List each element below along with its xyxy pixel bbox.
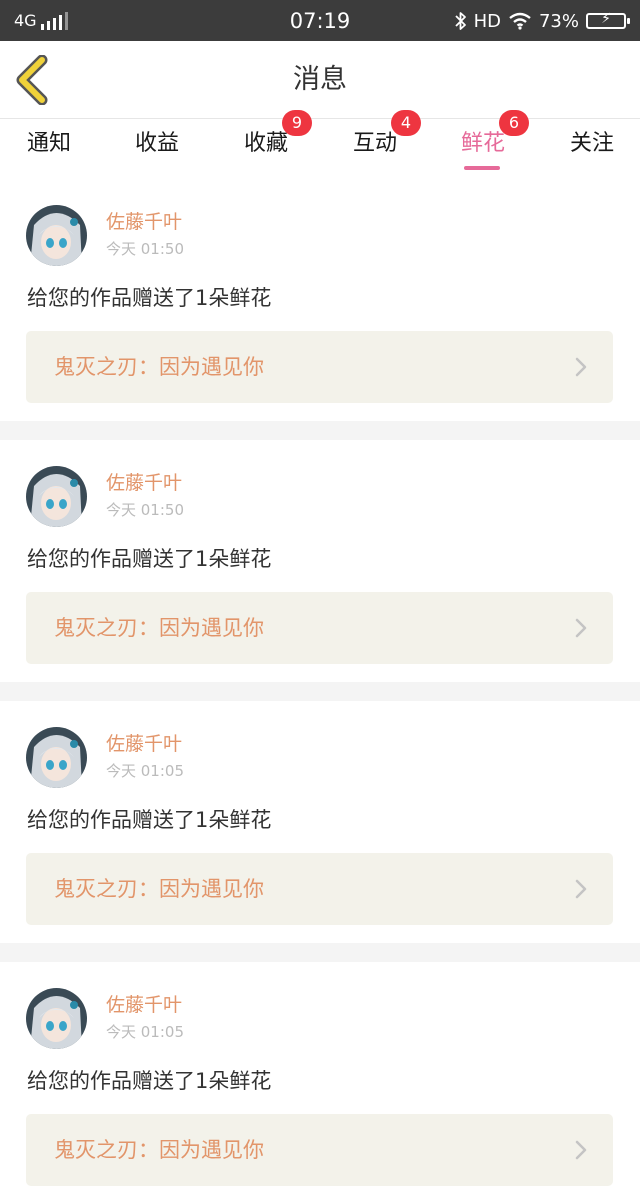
avatar[interactable] [26, 466, 87, 527]
status-bar: 4G 07:19 HD 73% ⚡ [0, 0, 640, 41]
top-nav-bar: 消息 [0, 41, 640, 119]
message-text: 给您的作品赠送了1朵鲜花 [27, 547, 272, 571]
chevron-right-icon [575, 879, 587, 899]
avatar[interactable] [26, 205, 87, 266]
tab-interactions[interactable]: 互动 4 [320, 110, 430, 179]
battery-icon: ⚡ [586, 11, 630, 29]
tab-flowers[interactable]: 鲜花 6 [428, 110, 538, 179]
tab-label: 通知 [26, 131, 71, 156]
message-card: 佐藤千叶 今天 01:05 给您的作品赠送了1朵鲜花 鬼灭之刃：因为遇见你 [0, 962, 640, 1204]
message-time: 今天 01:05 [106, 1023, 184, 1041]
wifi-icon [509, 12, 531, 30]
unread-badge: 6 [499, 110, 529, 136]
avatar[interactable] [26, 727, 87, 788]
unread-badge: 9 [282, 110, 312, 136]
message-time: 今天 01:50 [106, 240, 184, 258]
sender-name[interactable]: 佐藤千叶 [106, 209, 182, 235]
work-link[interactable]: 鬼灭之刃：因为遇见你 [26, 592, 613, 664]
message-card: 佐藤千叶 今天 01:50 给您的作品赠送了1朵鲜花 鬼灭之刃：因为遇见你 [0, 179, 640, 421]
tab-notifications[interactable]: 通知 [0, 119, 104, 179]
message-text: 给您的作品赠送了1朵鲜花 [27, 1069, 272, 1093]
chevron-right-icon [575, 1140, 587, 1160]
sender-name[interactable]: 佐藤千叶 [106, 470, 182, 496]
tab-label: 关注 [569, 131, 614, 156]
message-text: 给您的作品赠送了1朵鲜花 [27, 286, 272, 310]
page-title: 消息 [293, 64, 347, 95]
tab-earnings[interactable]: 收益 [102, 119, 212, 179]
hd-label: HD [473, 10, 501, 32]
message-card: 佐藤千叶 今天 01:50 给您的作品赠送了1朵鲜花 鬼灭之刃：因为遇见你 [0, 440, 640, 682]
message-text: 给您的作品赠送了1朵鲜花 [27, 808, 272, 832]
status-icons: HD 73% ⚡ [454, 8, 630, 34]
work-title: 鬼灭之刃：因为遇见你 [54, 355, 264, 379]
chevron-right-icon [575, 357, 587, 377]
work-link[interactable]: 鬼灭之刃：因为遇见你 [26, 331, 613, 403]
tab-favorites[interactable]: 收藏 9 [211, 110, 321, 179]
message-list: 佐藤千叶 今天 01:50 给您的作品赠送了1朵鲜花 鬼灭之刃：因为遇见你 佐藤… [0, 179, 640, 1204]
chevron-right-icon [575, 618, 587, 638]
tab-bar: 通知 收益 收藏 9 互动 4 鲜花 6 关注 [0, 110, 640, 179]
active-tab-indicator [464, 166, 500, 170]
avatar[interactable] [26, 988, 87, 1049]
message-time: 今天 01:50 [106, 501, 184, 519]
work-link[interactable]: 鬼灭之刃：因为遇见你 [26, 1114, 613, 1186]
work-title: 鬼灭之刃：因为遇见你 [54, 1138, 264, 1162]
work-title: 鬼灭之刃：因为遇见你 [54, 616, 264, 640]
bluetooth-icon [454, 12, 466, 30]
tab-following[interactable]: 关注 [537, 119, 640, 179]
tab-label: 收益 [134, 131, 179, 156]
sender-name[interactable]: 佐藤千叶 [106, 731, 182, 757]
sender-name[interactable]: 佐藤千叶 [106, 992, 182, 1018]
message-time: 今天 01:05 [106, 762, 184, 780]
work-title: 鬼灭之刃：因为遇见你 [54, 877, 264, 901]
message-card: 佐藤千叶 今天 01:05 给您的作品赠送了1朵鲜花 鬼灭之刃：因为遇见你 [0, 701, 640, 943]
unread-badge: 4 [391, 110, 421, 136]
battery-percent: 73% [538, 10, 579, 32]
work-link[interactable]: 鬼灭之刃：因为遇见你 [26, 853, 613, 925]
